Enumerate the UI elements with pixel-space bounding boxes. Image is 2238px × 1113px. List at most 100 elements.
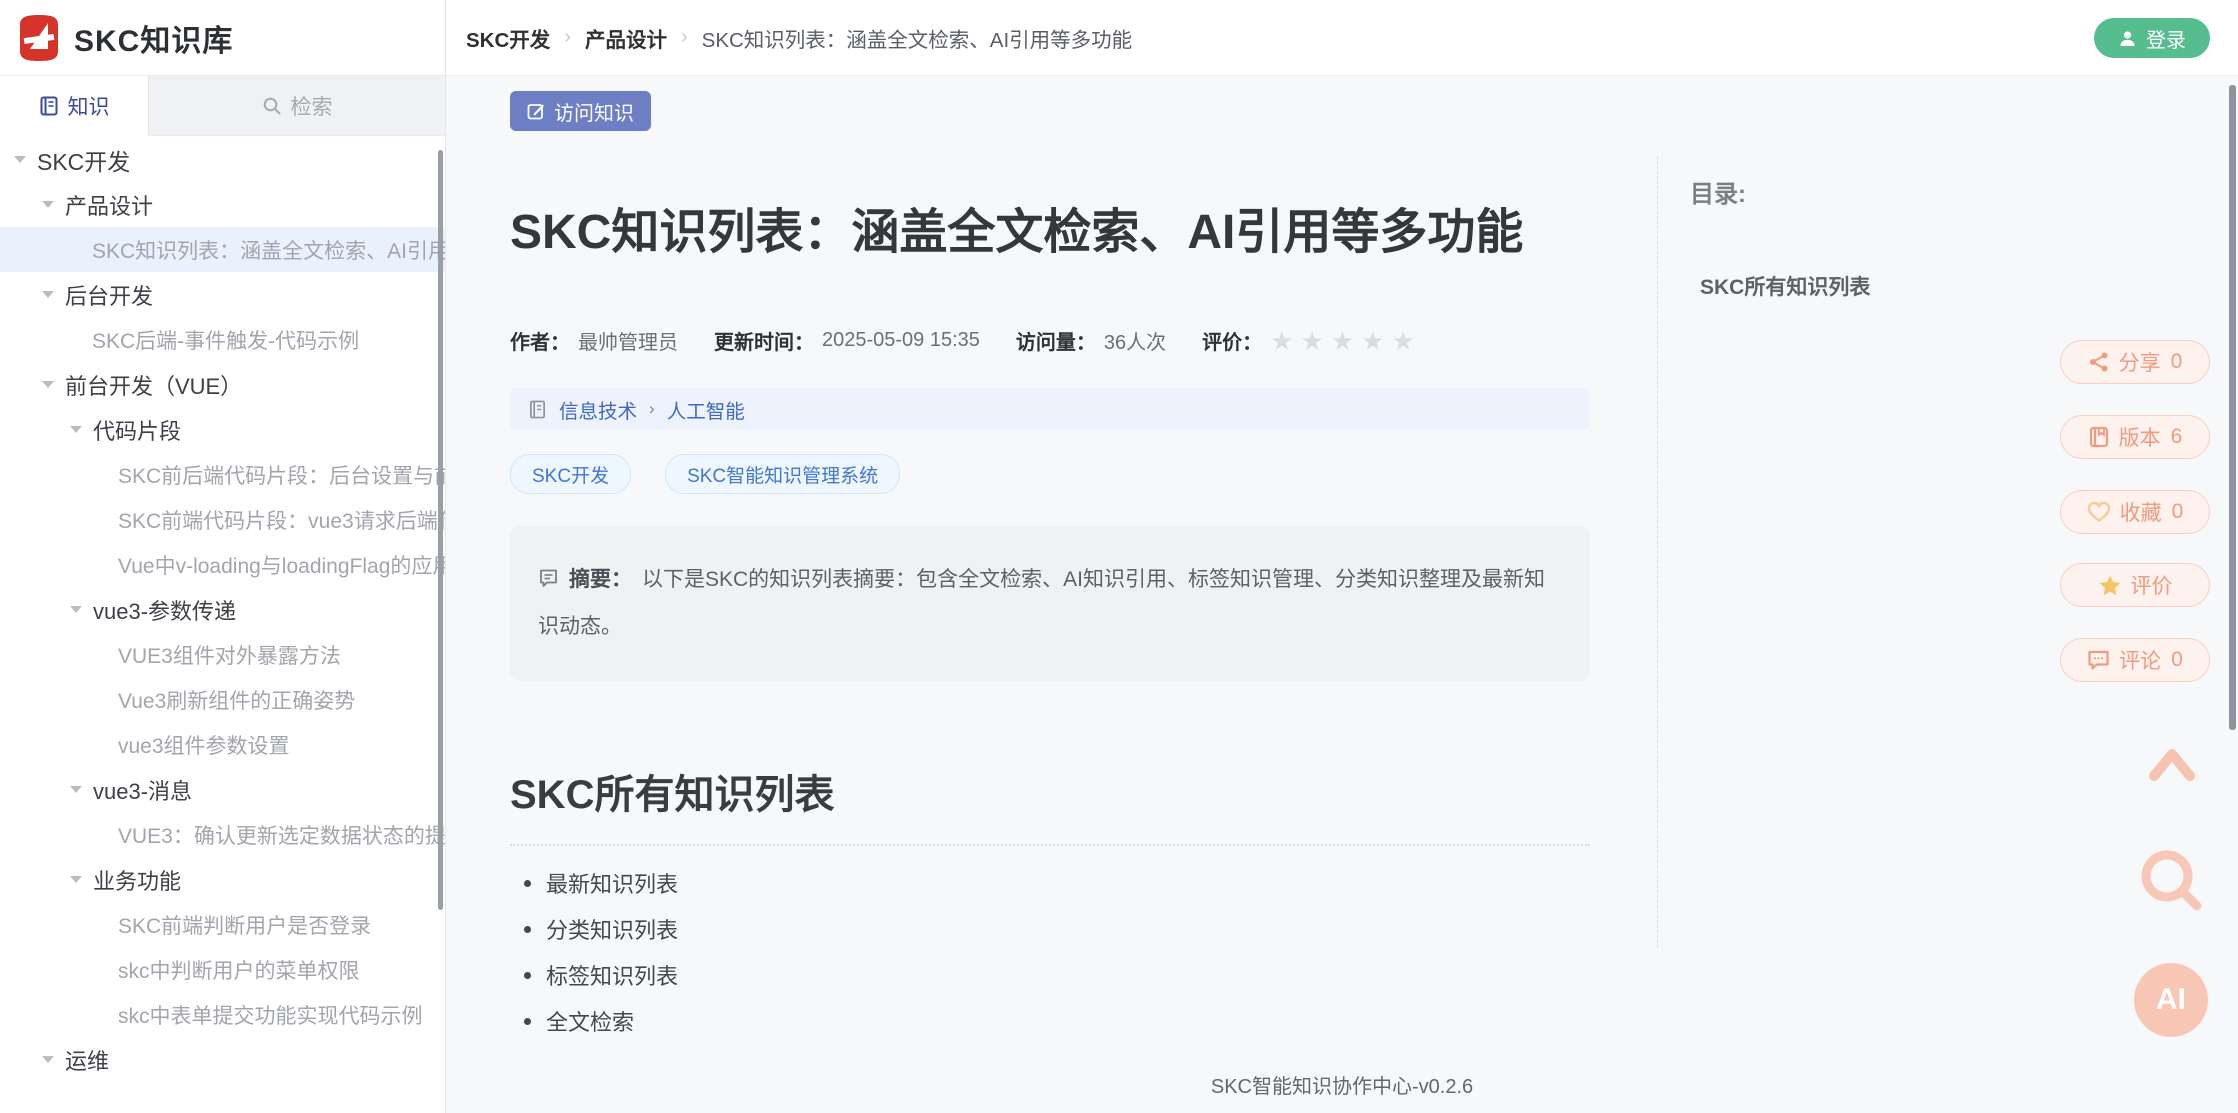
tree-item[interactable]: skc中判断用户的菜单权限	[0, 947, 445, 992]
tree-item[interactable]: SKC前后端代码片段：后台设置与前...	[0, 452, 445, 497]
comment-button[interactable]: 评论0	[2060, 638, 2210, 682]
tree-item[interactable]: Vue中v-loading与loadingFlag的应用	[0, 542, 445, 587]
summary-box: 摘要：以下是SKC的知识列表摘要：包含全文检索、AI知识引用、标签知识管理、分类…	[510, 526, 1590, 681]
action-label: 版本	[2119, 422, 2161, 452]
chevron-right-icon: ›	[564, 26, 571, 49]
tree-branch[interactable]: 产品设计	[0, 182, 445, 227]
tree-item[interactable]: vue3组件参数设置	[0, 722, 445, 767]
tree-branch[interactable]: SKC开发	[0, 137, 445, 182]
login-button-label: 登录	[2146, 24, 2186, 53]
sidebar-tree: SKC开发产品设计 SKC知识列表：涵盖全文检索、AI引用等...后台开发 SKC后…	[0, 137, 445, 1113]
tree-item-label: vue3-参数传递	[93, 594, 236, 626]
tree-item-label: 产品设计	[65, 189, 153, 221]
tree-branch[interactable]: 前台开发（VUE）	[0, 362, 445, 407]
tree-item[interactable]: SKC前端代码片段：vue3请求后端代...	[0, 497, 445, 542]
caret-down-icon[interactable]	[42, 381, 54, 388]
list-item: 分类知识列表	[524, 906, 678, 952]
views-label: 访问量：	[1016, 326, 1096, 355]
tree-item[interactable]: SKC后端-事件触发-代码示例	[0, 317, 445, 362]
tree-item-label: vue3-消息	[93, 774, 192, 806]
app-title: SKC知识库	[74, 16, 233, 60]
action-buttons: 分享0版本6收藏0评价评论0	[2060, 76, 2210, 1113]
caret-down-icon[interactable]	[70, 606, 82, 613]
tree-item-label: SKC前端代码片段：vue3请求后端代...	[118, 505, 445, 535]
tree-item-label: 业务功能	[93, 864, 181, 896]
comment-note-icon	[538, 561, 559, 605]
updated-value: 2025-05-09 15:35	[822, 329, 980, 352]
toc-heading: 目录:	[1690, 174, 2037, 209]
toc-item[interactable]: SKC所有知识列表	[1700, 271, 2037, 301]
meta-views: 访问量： 36人次	[1016, 326, 1166, 355]
tree-item-label: 运维	[65, 1044, 109, 1076]
section-heading: SKC所有知识列表	[510, 762, 834, 820]
rate-button[interactable]: 评价	[2060, 563, 2210, 607]
back-to-top-button[interactable]	[2144, 742, 2200, 786]
tree-item[interactable]: VUE3组件对外暴露方法	[0, 632, 445, 677]
app-logo-icon	[14, 13, 64, 63]
action-label: 评论	[2119, 645, 2161, 675]
tab-knowledge-label: 知识	[68, 91, 110, 121]
document-icon	[528, 400, 547, 419]
version-button[interactable]: 版本6	[2060, 415, 2210, 459]
category-link-parent[interactable]: 信息技术	[559, 395, 637, 424]
sidebar-scrollbar-thumb[interactable]	[438, 150, 443, 910]
ai-assistant-button[interactable]: AI	[2134, 963, 2208, 1037]
tab-search-label: 检索	[291, 91, 333, 121]
caret-down-icon[interactable]	[70, 426, 82, 433]
caret-down-icon[interactable]	[42, 291, 54, 298]
tree-item-label: SKC前端判断用户是否登录	[118, 910, 371, 940]
sidebar: SKC知识库 知识 检索 SKC开发产品设计 SKC知识列表：涵盖全文检索、AI引…	[0, 0, 446, 1113]
page-title: SKC知识列表：涵盖全文检索、AI引用等多功能	[510, 192, 1523, 262]
top-header: SKC开发›产品设计›SKC知识列表：涵盖全文检索、AI引用等多功能 登录	[446, 0, 2238, 76]
tree-item-label: SKC前后端代码片段：后台设置与前...	[118, 460, 445, 490]
tree-item-label: VUE3：确认更新选定数据状态的提示框	[118, 820, 445, 850]
toc-items: SKC所有知识列表	[1690, 271, 2037, 301]
action-count: 0	[2172, 500, 2184, 524]
caret-down-icon[interactable]	[70, 786, 82, 793]
favorite-button[interactable]: 收藏0	[2060, 490, 2210, 534]
tree-item-label: SKC后端-事件触发-代码示例	[92, 325, 359, 355]
tree-branch[interactable]: vue3-参数传递	[0, 587, 445, 632]
share-button[interactable]: 分享 0	[2060, 340, 2210, 384]
search-icon	[262, 96, 282, 116]
tab-search[interactable]: 检索	[148, 76, 445, 136]
visit-knowledge-button[interactable]: 访问知识	[510, 91, 651, 131]
caret-down-icon[interactable]	[42, 201, 54, 208]
tree-item[interactable]: VUE3：确认更新选定数据状态的提示框	[0, 812, 445, 857]
breadcrumb-item[interactable]: SKC开发	[466, 23, 550, 53]
rating-stars: ★★★★★	[1270, 331, 1422, 351]
tree-item[interactable]: SKC知识列表：涵盖全文检索、AI引用等...	[0, 227, 445, 272]
page-scrollbar-thumb[interactable]	[2229, 85, 2236, 730]
tree-branch[interactable]: 后台开发	[0, 272, 445, 317]
action-count: 0	[2171, 350, 2183, 374]
caret-down-icon[interactable]	[42, 1056, 54, 1063]
tree-item-label: 代码片段	[93, 414, 181, 446]
caret-down-icon[interactable]	[70, 876, 82, 883]
category-link-child[interactable]: 人工智能	[667, 395, 745, 424]
tree-item[interactable]: skc中表单提交功能实现代码示例	[0, 992, 445, 1037]
notebook-icon	[39, 96, 59, 116]
login-button[interactable]: 登录	[2094, 18, 2210, 58]
summary-body: 以下是SKC的知识列表摘要：包含全文检索、AI知识引用、标签知识管理、分类知识整…	[538, 568, 1545, 638]
comment-icon	[2087, 649, 2110, 671]
article: 访问知识 SKC知识列表：涵盖全文检索、AI引用等多功能 作者： 最帅管理员 更…	[510, 76, 1590, 1113]
tree-item[interactable]: SKC前端判断用户是否登录	[0, 902, 445, 947]
share-icon	[2088, 351, 2110, 373]
tree-branch[interactable]: 代码片段	[0, 407, 445, 452]
tag-pill[interactable]: SKC开发	[510, 454, 631, 494]
meta-updated: 更新时间： 2025-05-09 15:35	[714, 326, 980, 355]
summary-label: 摘要：	[569, 568, 632, 591]
caret-down-icon[interactable]	[14, 156, 26, 163]
tree-branch[interactable]: 业务功能	[0, 857, 445, 902]
breadcrumb-item[interactable]: 产品设计	[585, 23, 667, 53]
meta-rating: 评价： ★★★★★	[1202, 326, 1422, 355]
tree-branch[interactable]: vue3-消息	[0, 767, 445, 812]
tree-item[interactable]: Vue3刷新组件的正确姿势	[0, 677, 445, 722]
action-label: 分享	[2119, 347, 2161, 377]
tag-pill[interactable]: SKC智能知识管理系统	[665, 454, 900, 494]
heart-icon	[2087, 501, 2111, 523]
tree-branch[interactable]: 运维	[0, 1037, 445, 1082]
tab-knowledge[interactable]: 知识	[0, 76, 148, 136]
search-float-button[interactable]	[2140, 849, 2204, 913]
meta-author: 作者： 最帅管理员	[510, 326, 678, 355]
